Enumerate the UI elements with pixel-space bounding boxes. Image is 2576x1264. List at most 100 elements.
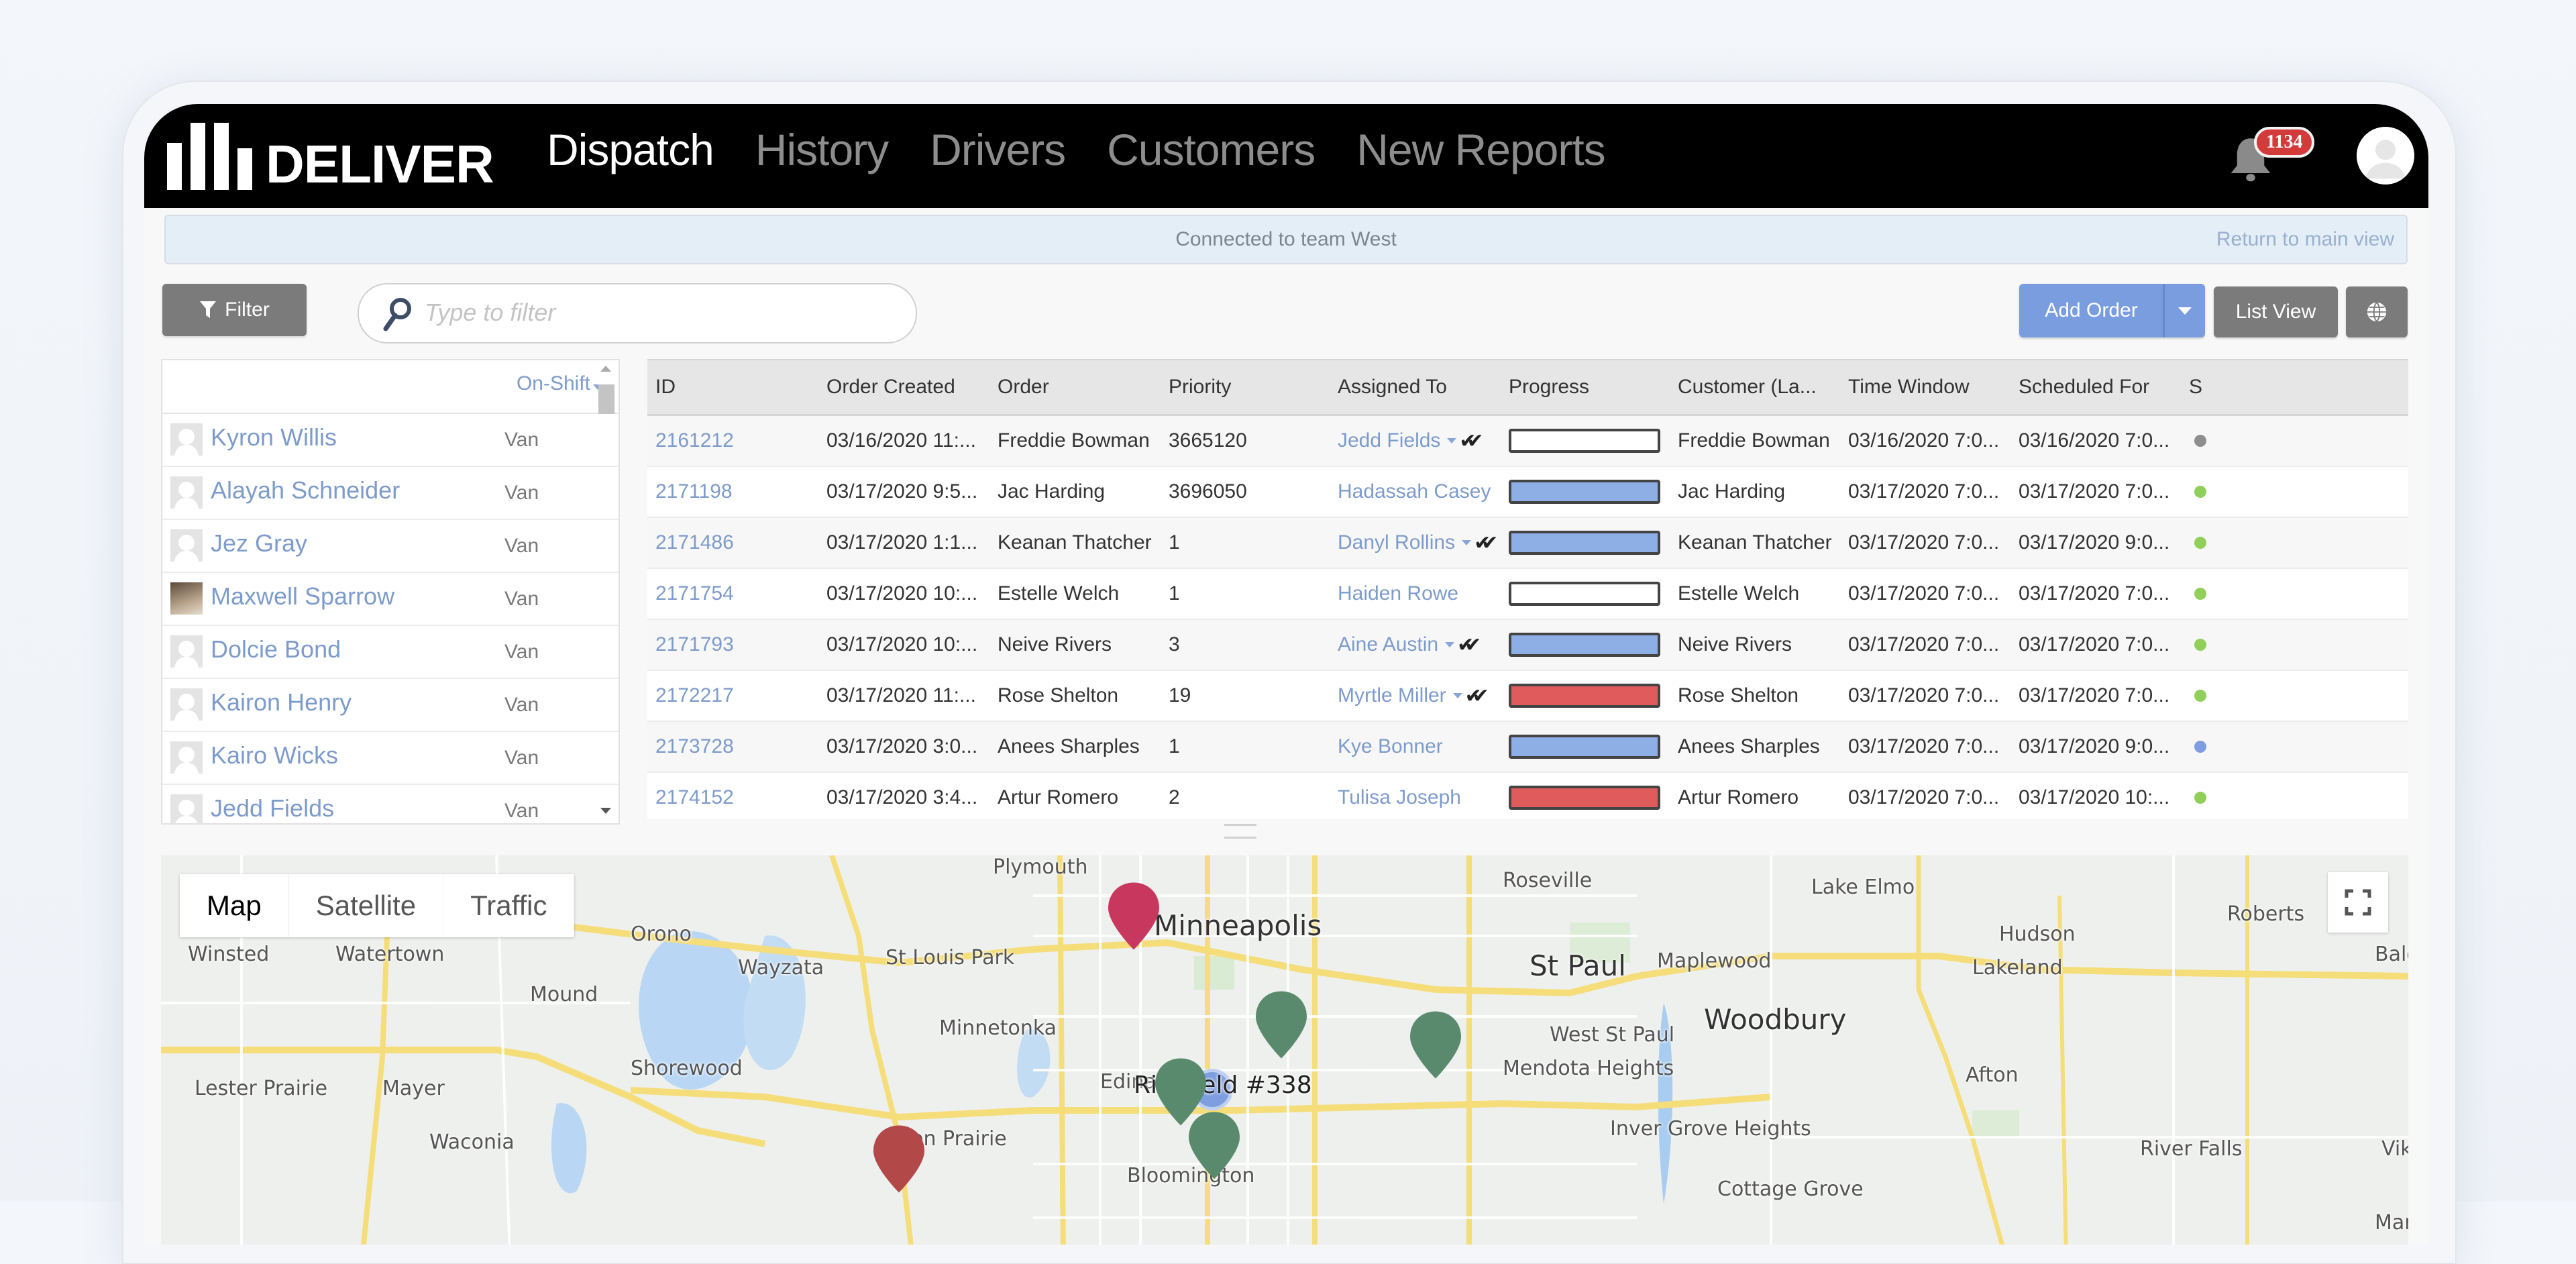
order-id-link[interactable]: 2171486 — [647, 531, 826, 554]
driver-name[interactable]: Alayah Schneider — [211, 476, 400, 505]
order-id-link[interactable]: 2172217 — [647, 684, 826, 707]
driver-name[interactable]: Jedd Fields — [211, 794, 334, 823]
panel-resize-handle[interactable] — [1224, 824, 1256, 839]
order-id-link[interactable]: 2161212 — [647, 429, 826, 452]
time-window: 03/17/2020 7:0... — [1848, 633, 2000, 655]
map-type-satellite[interactable]: Satellite — [289, 874, 444, 937]
map-type-map[interactable]: Map — [180, 874, 289, 937]
column-header-priority[interactable]: Priority — [1169, 376, 1338, 399]
order-location-pin-icon[interactable] — [1409, 1010, 1462, 1080]
assigned-driver-link[interactable]: Haiden Rowe — [1338, 582, 1458, 605]
driver-name[interactable]: Dolcie Bond — [211, 635, 341, 664]
map-place-label: Minneapolis — [1154, 909, 1322, 942]
scroll-down-arrow-icon[interactable] — [600, 808, 611, 814]
order-id-link[interactable]: 2173728 — [647, 735, 826, 758]
fullscreen-button[interactable] — [2328, 872, 2388, 933]
driver-name[interactable]: Maxwell Sparrow — [211, 582, 394, 611]
status-cell — [2189, 582, 2256, 605]
scheduled-for: 03/17/2020 7:0... — [2019, 582, 2170, 604]
driver-list-item[interactable]: Kyron Willis Van — [162, 414, 619, 467]
scrollbar-thumb[interactable] — [598, 384, 614, 414]
assigned-driver-link[interactable]: Myrtle Miller — [1338, 684, 1446, 707]
column-header-order-created[interactable]: Order Created — [826, 376, 998, 399]
assigned-driver-link[interactable]: Aine Austin — [1338, 633, 1438, 656]
caret-down-icon[interactable] — [1447, 438, 1457, 443]
order-id-link[interactable]: 2171793 — [647, 633, 826, 656]
filter-button[interactable]: Filter — [162, 284, 307, 336]
column-header-time-window[interactable]: Time Window — [1848, 376, 2019, 399]
column-header-customer[interactable]: Customer (La... — [1678, 376, 1848, 399]
driver-name[interactable]: Kyron Willis — [211, 423, 337, 452]
assigned-driver-link[interactable]: Tulisa Joseph — [1338, 786, 1461, 809]
nav-customers[interactable]: Customers — [1107, 124, 1316, 175]
driver-name[interactable]: Kairo Wicks — [211, 741, 338, 770]
order-row[interactable]: 2161212 03/16/2020 11:... Freddie Bowman 36… — [647, 416, 2408, 467]
scroll-up-arrow-icon[interactable] — [600, 366, 611, 372]
caret-down-icon[interactable] — [1452, 693, 1462, 698]
order-location-pin-icon[interactable] — [1254, 990, 1308, 1060]
order-row[interactable]: 2172217 03/17/2020 11:... Rose Shelton 19 My… — [647, 671, 2408, 722]
nav-drivers[interactable]: Drivers — [930, 124, 1066, 175]
driver-list-item[interactable]: Kairon Henry Van — [162, 679, 619, 732]
list-view-button[interactable]: List View — [2214, 286, 2338, 337]
driver-vehicle: Van — [504, 429, 539, 451]
column-header-order[interactable]: Order — [998, 376, 1169, 399]
column-header-status[interactable]: S — [2189, 376, 2256, 399]
order-id-link[interactable]: 2171754 — [647, 582, 826, 605]
nav-new-reports[interactable]: New Reports — [1356, 124, 1605, 175]
order-priority: 1 — [1169, 531, 1180, 554]
order-id-link[interactable]: 2171198 — [647, 480, 826, 503]
driver-list-item[interactable]: Kairo Wicks Van — [162, 732, 619, 785]
column-header-scheduled-for[interactable]: Scheduled For — [2019, 376, 2189, 399]
driver-list-item[interactable]: Alayah Schneider Van — [162, 467, 619, 520]
column-header-assigned-to[interactable]: Assigned To — [1338, 376, 1509, 399]
order-row[interactable]: 2171486 03/17/2020 1:1... Keanan Thatcher 1… — [647, 518, 2408, 569]
user-avatar-icon[interactable] — [2357, 127, 2414, 185]
map-place-label: Mound — [530, 983, 598, 1006]
add-order-menu-button[interactable] — [2163, 284, 2205, 337]
map-view-button[interactable] — [2346, 286, 2408, 337]
driver-list-scrollbar[interactable] — [595, 360, 616, 823]
order-location-pin-icon[interactable] — [1187, 1110, 1241, 1181]
nav-history[interactable]: History — [755, 124, 889, 175]
order-row[interactable]: 2174152 03/17/2020 3:4... Artur Romero 2 Tul… — [647, 773, 2408, 819]
column-header-id[interactable]: ID — [647, 376, 826, 399]
driver-name[interactable]: Jez Gray — [211, 529, 307, 558]
order-row[interactable]: 2171793 03/17/2020 10:... Neive Rivers 3 Ain… — [647, 620, 2408, 671]
order-id-link[interactable]: 2174152 — [647, 786, 826, 809]
scheduled-for: 03/17/2020 9:0... — [2019, 735, 2170, 757]
driver-list-item[interactable]: Maxwell Sparrow Van — [162, 573, 619, 626]
driver-list-item[interactable]: Jez Gray Van — [162, 520, 619, 573]
brand-logo[interactable]: DELIVER — [167, 116, 494, 191]
status-cell — [2189, 480, 2256, 503]
order-location-pin-icon[interactable] — [1107, 881, 1161, 951]
search-input[interactable] — [423, 295, 896, 330]
assigned-driver-link[interactable]: Hadassah Casey — [1338, 480, 1491, 503]
caret-down-icon[interactable] — [1462, 540, 1472, 545]
map-place-label: Cottage Grove — [1717, 1177, 1864, 1201]
caret-down-icon[interactable] — [1445, 642, 1455, 647]
column-header-progress[interactable]: Progress — [1509, 376, 1678, 399]
on-shift-filter-dropdown[interactable]: On-Shift — [517, 372, 605, 395]
order-name: Freddie Bowman — [998, 429, 1150, 452]
order-priority: 2 — [1169, 786, 1180, 808]
search-box[interactable] — [358, 283, 917, 344]
order-row[interactable]: 2171754 03/17/2020 10:... Estelle Welch 1 Ha… — [647, 569, 2408, 620]
nav-dispatch[interactable]: Dispatch — [547, 124, 714, 175]
assigned-driver-link[interactable]: Kye Bonner — [1338, 735, 1443, 758]
assigned-driver-link[interactable]: Danyl Rollins — [1338, 531, 1455, 554]
return-to-main-view-link[interactable]: Return to main view — [2216, 228, 2394, 251]
driver-name[interactable]: Kairon Henry — [211, 688, 352, 717]
notification-count-badge[interactable]: 1134 — [2254, 127, 2315, 158]
order-location-pin-icon[interactable] — [872, 1124, 926, 1194]
double-check-icon: ✔✔ — [1459, 429, 1483, 452]
driver-list-item[interactable]: Dolcie Bond Van — [162, 626, 619, 679]
map-panel[interactable]: Plymouth Minneapolis St Louis Park Wayzata O… — [161, 855, 2408, 1245]
driver-list-item[interactable]: Jedd Fields Van — [162, 785, 619, 823]
assigned-driver-link[interactable]: Jedd Fields — [1338, 429, 1440, 452]
order-row[interactable]: 2171198 03/17/2020 9:5... Jac Harding 36960… — [647, 467, 2408, 518]
driver-vehicle: Van — [504, 747, 539, 769]
add-order-button[interactable]: Add Order — [2019, 284, 2163, 337]
map-type-traffic[interactable]: Traffic — [443, 874, 575, 937]
order-row[interactable]: 2173728 03/17/2020 3:0... Anees Sharples 1 K… — [647, 722, 2408, 773]
